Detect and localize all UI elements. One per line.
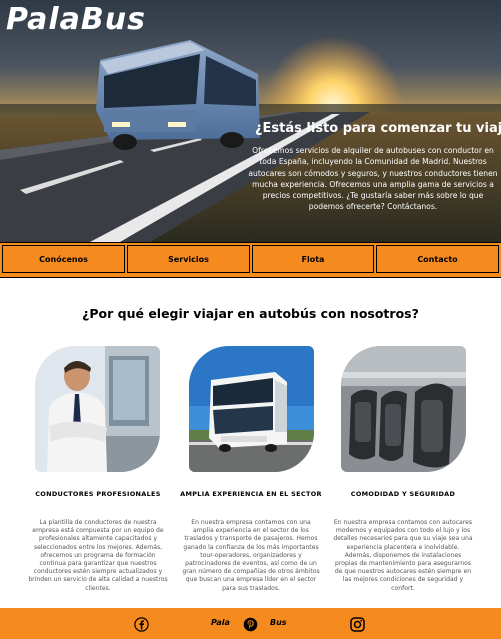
nav-item-flota[interactable]: Flota: [252, 245, 374, 273]
footer-brand-left: Pala: [211, 618, 230, 627]
feature-title-comfort: COMODIDAD Y SEGURIDAD: [350, 490, 456, 498]
footer: Pala Bus: [0, 608, 501, 639]
feature-text-drivers: La plantilla de conductores de nuestra e…: [28, 519, 168, 592]
page: PalaBus ¿Estás listo para comenzar tu vi…: [0, 0, 501, 639]
feature-image-drivers: [35, 346, 160, 472]
hero-description: Ofrecemos servicios de alquiler de autob…: [248, 146, 498, 212]
feature-text-experience: En nuestra empresa contamos con una ampl…: [182, 519, 320, 592]
feature-image-comfort: [341, 346, 466, 472]
main-navigation: Conócenos Servicios Flota Contacto: [0, 242, 501, 278]
nav-item-servicios[interactable]: Servicios: [127, 245, 250, 273]
feature-title-drivers: CONDUCTORES PROFESIONALES: [35, 490, 161, 498]
section-title: ¿Por qué elegir viajar en autobús con no…: [82, 306, 419, 321]
instagram-icon[interactable]: [350, 617, 365, 632]
hero-title: ¿Estás listo para comenzar tu viaje?: [255, 121, 501, 136]
feature-title-experience: AMPLIA EXPERIENCIA EN EL SECTOR: [180, 490, 322, 498]
feature-text-comfort: En nuestra empresa contamos con autocare…: [333, 519, 473, 592]
bus-illustration: [96, 40, 260, 150]
nav-item-conocenos[interactable]: Conócenos: [2, 245, 125, 273]
footer-brand-right: Bus: [270, 618, 287, 627]
hero-banner: PalaBus ¿Estás listo para comenzar tu vi…: [0, 0, 501, 242]
pinterest-icon[interactable]: [243, 617, 258, 632]
brand-logo[interactable]: PalaBus: [6, 2, 146, 37]
feature-image-experience: [189, 346, 314, 472]
facebook-icon[interactable]: [134, 617, 149, 632]
nav-item-contacto[interactable]: Contacto: [376, 245, 499, 273]
